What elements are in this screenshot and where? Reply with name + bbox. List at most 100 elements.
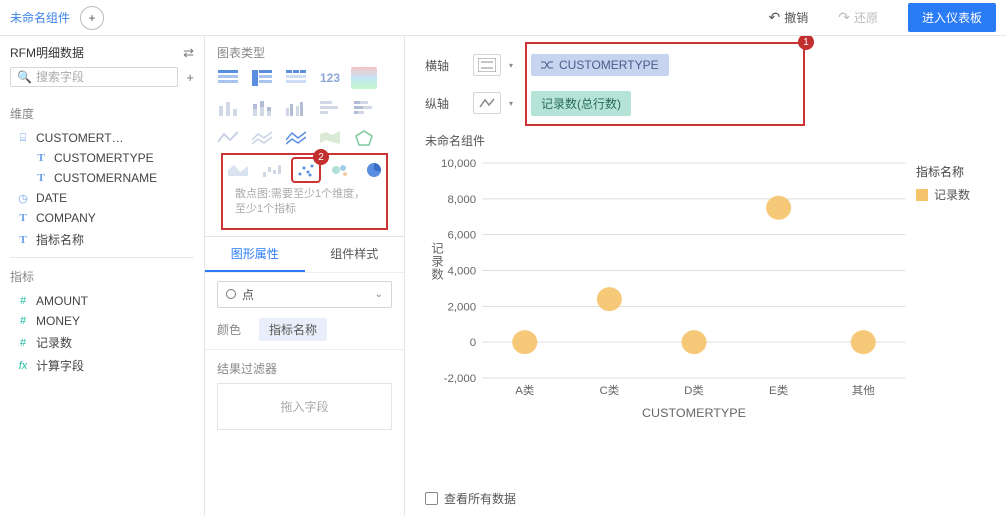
x-axis-dropdown-icon[interactable]: ▾ [509,61,513,70]
y-pill-label: 记录数(总行数) [541,95,621,112]
svg-text:-2,000: -2,000 [444,373,477,385]
date-icon: ◷ [16,191,30,205]
undo-label: 撤销 [784,9,808,26]
chart-type-compare-line[interactable] [283,127,309,149]
search-input[interactable] [36,70,171,84]
dataset-name: RFM明细数据 [10,44,84,61]
hash-icon: # [16,294,30,308]
field-label: 指标名称 [36,231,84,248]
svg-text:录: 录 [431,255,444,269]
svg-text:数: 数 [431,267,444,282]
undo-button[interactable]: ↶ 撤销 [768,9,808,26]
field-label: MONEY [36,314,80,328]
chart-type-waterfall[interactable] [259,159,285,181]
chart-type-stacked-column[interactable] [249,97,275,119]
view-all-data-label: 查看所有数据 [444,490,516,507]
indicator-field[interactable]: #记录数 [10,331,194,354]
x-axis-label: 横轴 [425,57,455,74]
chart-type-radar[interactable] [351,127,377,149]
chart-type-partition-line[interactable] [215,127,241,149]
indicator-field[interactable]: # AMOUNT [10,291,194,311]
svg-text:0: 0 [470,337,476,349]
chart-type-multi-column[interactable] [283,97,309,119]
component-title[interactable]: 未命名组件 [10,9,70,26]
chart-type-multi-line[interactable] [249,127,275,149]
dimension-section-label: 维度 [10,105,194,122]
filter-drop-zone[interactable]: 拖入字段 [217,383,392,430]
add-tab-button[interactable]: + [80,6,104,30]
search-input-wrap[interactable]: 🔍 [10,67,178,87]
chart-type-scatter[interactable]: 2 [293,159,319,181]
tab-component-style[interactable]: 组件样式 [305,237,405,272]
chart-type-grouptable[interactable] [215,67,241,89]
svg-text:6,000: 6,000 [447,230,476,242]
dataset-link-icon[interactable]: ⇄ [183,45,194,61]
chart-type-pie[interactable] [361,159,387,181]
view-all-data-checkbox[interactable] [425,492,438,505]
chart-plot[interactable]: -2,00002,0004,0006,0008,00010,000A类C类D类E… [425,153,916,484]
field-label: CUSTOMERNAME [54,171,157,185]
x-axis-swap-icon[interactable] [473,54,501,76]
tab-graphic-attributes[interactable]: 图形属性 [205,237,305,272]
dimension-field[interactable]: ◷ DATE [10,188,194,208]
text-icon: T [34,151,48,165]
redo-button: ↷ 还原 [838,9,878,26]
add-field-button[interactable]: + [186,70,194,85]
color-field-chip[interactable]: 指标名称 [259,318,327,341]
shape-selector[interactable]: 点 ⌄ [217,281,392,308]
x-pill-label: CUSTOMERTYPE [559,58,659,72]
field-label: DATE [36,191,67,205]
svg-text:4,000: 4,000 [447,266,476,278]
chart-type-partition-bar[interactable] [317,97,343,119]
field-label: AMOUNT [36,294,88,308]
chart-type-stacked-bar[interactable] [351,97,377,119]
field-label: 记录数 [36,334,72,351]
result-filter-label: 结果过滤器 [205,349,404,383]
fx-icon: fx [16,359,30,373]
dimension-field[interactable]: T 指标名称 [10,228,194,251]
indicator-field[interactable]: #MONEY [10,311,194,331]
chart-title: 未命名组件 [405,122,1006,153]
chart-type-grid: 123 [205,67,404,236]
color-attr-label: 颜色 [217,321,247,338]
dimension-field[interactable]: TCOMPANY [10,208,194,228]
dimension-field[interactable]: ⌸CUSTOMERT… [10,128,194,148]
chart-type-hint: 散点图:需要至少1个维度，至少1个指标 [223,185,386,226]
chevron-down-icon: ⌄ [375,289,383,300]
undo-icon: ↶ [768,9,780,26]
chart-type-area[interactable] [225,159,251,181]
legend-item-label: 记录数 [934,186,970,203]
svg-text:10,000: 10,000 [441,158,476,170]
y-axis-line-icon[interactable] [473,92,501,114]
svg-text:其他: 其他 [852,384,875,397]
redo-label: 还原 [854,9,878,26]
y-axis-pill[interactable]: 记录数(总行数) [531,91,631,116]
chart-type-kpi[interactable]: 123 [317,67,343,89]
chart-type-partition-column[interactable] [215,97,241,119]
redo-icon: ↷ [838,9,850,26]
chart-type-text[interactable] [351,67,377,89]
chart-type-range-area[interactable] [317,127,343,149]
svg-text:CUSTOMERTYPE: CUSTOMERTYPE [642,406,746,420]
text-icon: T [16,233,30,247]
chart-type-detailtable[interactable] [283,67,309,89]
callout-marker-2: 2 [313,149,329,165]
chart-type-bubble[interactable] [327,159,353,181]
field-label: 计算字段 [36,357,84,374]
legend-item[interactable]: 记录数 [916,186,1006,203]
chart-type-crosstab[interactable] [249,67,275,89]
svg-text:记: 记 [431,242,444,256]
dimension-field[interactable]: TCUSTOMERTYPE [10,148,194,168]
x-axis-pill[interactable]: CUSTOMERTYPE [531,54,669,76]
indicator-field[interactable]: fx 计算字段 [10,354,194,377]
enter-dashboard-button[interactable]: 进入仪表板 [908,3,996,32]
text-icon: T [16,211,30,225]
svg-text:E类: E类 [769,383,788,397]
search-icon: 🔍 [17,70,32,84]
svg-text:8,000: 8,000 [447,194,476,206]
y-axis-dropdown-icon[interactable]: ▾ [509,99,513,108]
shape-label: 点 [242,286,254,303]
dimension-field[interactable]: TCUSTOMERNAME [10,168,194,188]
svg-text:A类: A类 [515,383,534,397]
field-label: CUSTOMERT… [36,131,124,145]
